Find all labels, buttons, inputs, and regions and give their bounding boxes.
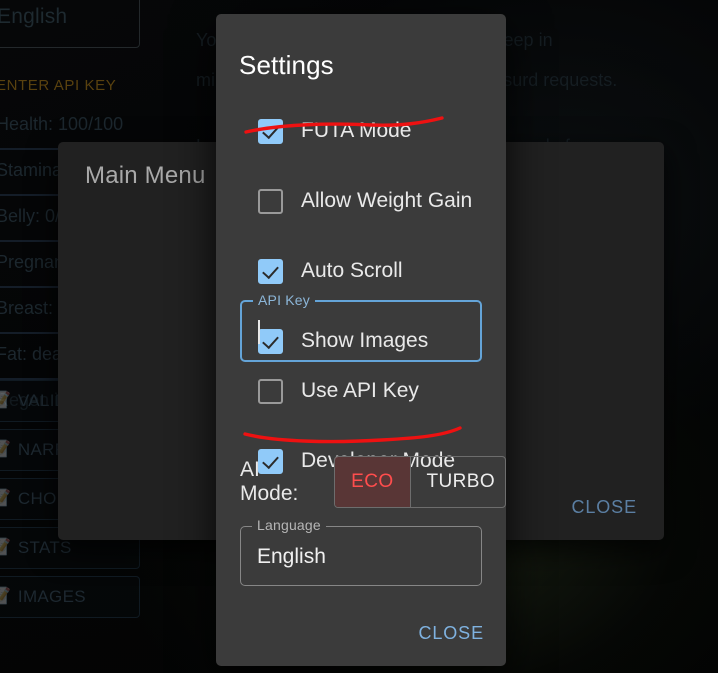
language-field[interactable]: Language English	[240, 517, 482, 586]
app-root: You have to add any text prompt, but kee…	[0, 0, 718, 673]
memo-icon: 📝	[0, 588, 11, 605]
checkbox-label: FUTA Mode	[301, 119, 412, 142]
checkbox-row-allow-weight-gain[interactable]: Allow Weight Gain	[216, 178, 506, 224]
ai-mode-option-eco[interactable]: ECO	[335, 457, 410, 507]
checkbox-label: Auto Scroll	[301, 259, 403, 282]
checkbox-row-auto-scroll[interactable]: Auto Scroll	[216, 248, 506, 294]
memo-icon: 📝	[0, 441, 11, 458]
settings-dialog: Settings FUTA Mode Allow Weight Gain Aut…	[216, 14, 506, 666]
memo-icon: 📝	[0, 490, 11, 507]
api-key-warning: ENTER API KEY	[0, 77, 117, 94]
main-menu-close-button[interactable]: CLOSE	[571, 497, 637, 518]
game-button-images[interactable]: 📝 IMAGES	[0, 576, 140, 618]
language-field-legend: Language	[252, 517, 326, 533]
checkbox-checked-icon[interactable]	[258, 118, 283, 144]
ai-mode-label: AI Mode:	[240, 458, 299, 505]
ai-mode-option-turbo[interactable]: TURBO	[409, 457, 505, 507]
settings-close-button[interactable]: CLOSE	[418, 623, 484, 644]
memo-icon: 📝	[0, 392, 11, 409]
checkbox-row-futa-mode[interactable]: FUTA Mode	[216, 108, 506, 154]
api-key-field-legend: API Key	[253, 292, 315, 308]
main-menu-title: Main Menu	[85, 162, 206, 189]
checkbox-label: Allow Weight Gain	[301, 189, 473, 212]
api-key-field[interactable]: API Key	[240, 292, 482, 362]
checkbox-unchecked-icon[interactable]	[258, 378, 283, 404]
game-button-label: STATS	[17, 538, 72, 557]
sidebar-language-box[interactable]: English	[0, 0, 140, 48]
checkbox-row-use-api-key[interactable]: Use API Key	[216, 368, 506, 414]
game-sidebar: English ENTER API KEY Health: 100/100 St…	[0, 0, 140, 618]
language-field-value[interactable]: English	[241, 527, 481, 585]
api-key-field-value[interactable]	[242, 302, 480, 360]
checkbox-label: Use API Key	[301, 379, 419, 402]
stat-label: Health: 100/100	[0, 114, 124, 134]
memo-icon: 📝	[0, 539, 11, 556]
sidebar-language-value: English	[0, 5, 68, 28]
ai-mode-segmented-control: ECO TURBO	[334, 456, 506, 508]
game-button-label: IMAGES	[17, 587, 86, 606]
checkbox-checked-icon[interactable]	[258, 258, 283, 284]
text-caret	[258, 319, 260, 344]
settings-title: Settings	[239, 50, 334, 80]
checkbox-unchecked-icon[interactable]	[258, 188, 283, 214]
ai-mode-row: AI Mode: ECO TURBO	[240, 456, 506, 508]
